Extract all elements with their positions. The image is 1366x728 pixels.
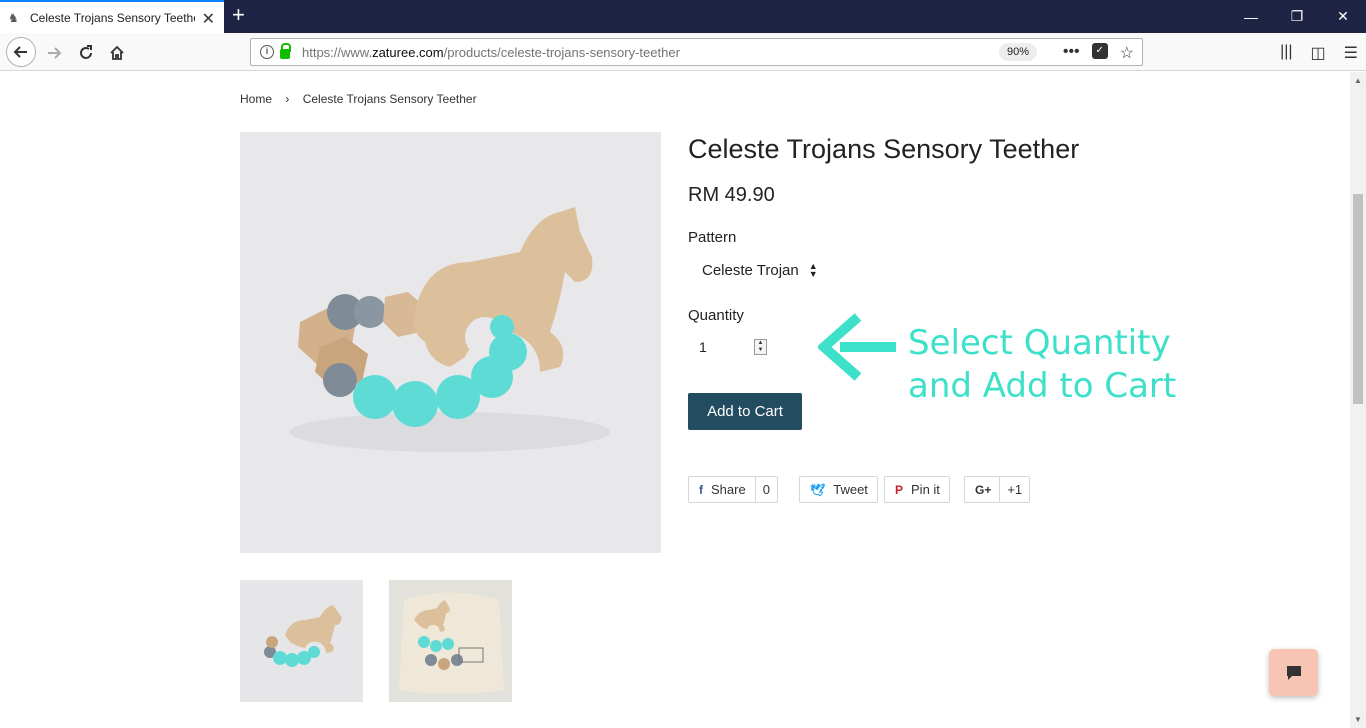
url-actions: ••• ✓ ☆ (1063, 43, 1134, 63)
url-path: /products/celeste-trojans-sensory-teethe… (443, 44, 680, 60)
zoom-indicator[interactable]: 90% (999, 43, 1038, 61)
chat-icon (1286, 665, 1301, 680)
bookmark-star-icon[interactable]: ☆ (1120, 43, 1134, 63)
thumb-illustration-2 (389, 580, 512, 702)
restore-icon[interactable]: ❐ (1274, 0, 1320, 33)
facebook-share-button[interactable]: f Share 0 (688, 476, 778, 503)
url-text: https://www.zaturee.com/products/celeste… (302, 45, 680, 60)
tweet-label: Tweet (833, 482, 868, 497)
pinterest-icon: P (895, 482, 904, 497)
gplus-count: +1 (999, 477, 1029, 502)
browser-navbar: i https://www.zaturee.com/products/celes… (0, 33, 1366, 71)
annotation-arrow-icon (816, 312, 898, 387)
twitter-icon: 🕊 (810, 482, 826, 497)
tab-title: Celeste Trojans Sensory Teether (30, 10, 195, 25)
pattern-select[interactable]: Celeste Trojan ▲ ▼ (692, 256, 832, 284)
annotation-line-1: Select Quantity (908, 323, 1171, 363)
teether-illustration (240, 132, 661, 553)
google-plus-button[interactable]: G+ +1 (964, 476, 1031, 503)
annotation-text: Select Quantity and Add to Cart (908, 322, 1176, 408)
scroll-up-icon[interactable]: ▲ (1354, 76, 1362, 85)
scroll-thumb[interactable] (1353, 194, 1363, 404)
breadcrumb-current: Celeste Trojans Sensory Teether (302, 92, 477, 106)
pin-label: Pin it (911, 482, 940, 497)
google-plus-icon: G+ (975, 482, 992, 497)
share-label: Share (711, 482, 746, 497)
reload-icon[interactable] (72, 39, 100, 67)
lock-icon[interactable] (280, 43, 291, 59)
menu-icon[interactable]: ☰ (1344, 43, 1358, 63)
breadcrumb-separator: › (285, 92, 290, 106)
forward-icon[interactable] (40, 39, 68, 67)
breadcrumb-home[interactable]: Home (240, 92, 272, 106)
stepper-down-icon[interactable]: ▼ (755, 347, 766, 354)
stepper-up-icon[interactable]: ▲ (755, 340, 766, 347)
library-icon[interactable]: ||| (1280, 43, 1292, 63)
breadcrumb: Home › Celeste Trojans Sensory Teether (240, 92, 487, 106)
product-main-image[interactable] (240, 132, 661, 553)
quantity-stepper[interactable]: ▲ ▼ (754, 339, 767, 355)
annotation-line-2: and Add to Cart (908, 366, 1177, 406)
pattern-value: Celeste Trojan (702, 261, 799, 279)
sidebar-icon[interactable]: ◫ (1311, 43, 1326, 63)
url-prefix: https://www. (302, 44, 373, 60)
tweet-button[interactable]: 🕊 Tweet (799, 476, 878, 503)
facebook-icon: f (699, 482, 703, 497)
minimize-icon[interactable]: — (1228, 0, 1274, 33)
product-title: Celeste Trojans Sensory Teether (688, 134, 1080, 164)
pocket-icon[interactable]: ✓ (1091, 43, 1108, 59)
product-thumbnail-1[interactable] (240, 580, 363, 702)
scroll-down-icon[interactable]: ▼ (1354, 715, 1362, 724)
pattern-label: Pattern (688, 229, 737, 246)
page-content: Home › Celeste Trojans Sensory Teether C… (0, 72, 1350, 728)
close-window-icon[interactable]: ✕ (1320, 0, 1366, 33)
window-controls: — ❐ ✕ (1228, 0, 1366, 33)
quantity-input[interactable]: 1 ▲ ▼ (688, 334, 772, 360)
browser-titlebar: ♞ Celeste Trojans Sensory Teether ✕ + — … (0, 0, 1366, 33)
add-to-cart-button[interactable]: Add to Cart (688, 393, 802, 430)
page-scrollbar[interactable]: ▲ ▼ (1350, 72, 1366, 728)
product-price: RM 49.90 (688, 184, 775, 206)
new-tab-icon[interactable]: + (232, 4, 245, 26)
quantity-value: 1 (699, 339, 707, 355)
thumb-illustration-1 (240, 580, 363, 702)
url-bar[interactable]: i https://www.zaturee.com/products/celes… (250, 38, 1143, 66)
url-host: zaturee.com (372, 44, 444, 60)
toolbar-right: ||| ◫ ☰ (1280, 43, 1358, 63)
browser-tab[interactable]: ♞ Celeste Trojans Sensory Teether ✕ (0, 0, 224, 33)
select-arrows-icon: ▲ ▼ (808, 261, 818, 279)
close-tab-icon[interactable]: ✕ (202, 9, 215, 29)
pinterest-button[interactable]: P Pin it (884, 476, 950, 503)
more-actions-icon[interactable]: ••• (1063, 43, 1080, 63)
product-thumbnail-2[interactable] (389, 580, 512, 702)
share-count: 0 (754, 477, 777, 502)
chat-button[interactable] (1269, 649, 1318, 696)
home-icon[interactable] (103, 39, 131, 67)
info-icon[interactable]: i (260, 45, 274, 59)
back-icon[interactable] (6, 37, 36, 67)
quantity-label: Quantity (688, 307, 744, 324)
horse-favicon-icon: ♞ (8, 10, 19, 25)
